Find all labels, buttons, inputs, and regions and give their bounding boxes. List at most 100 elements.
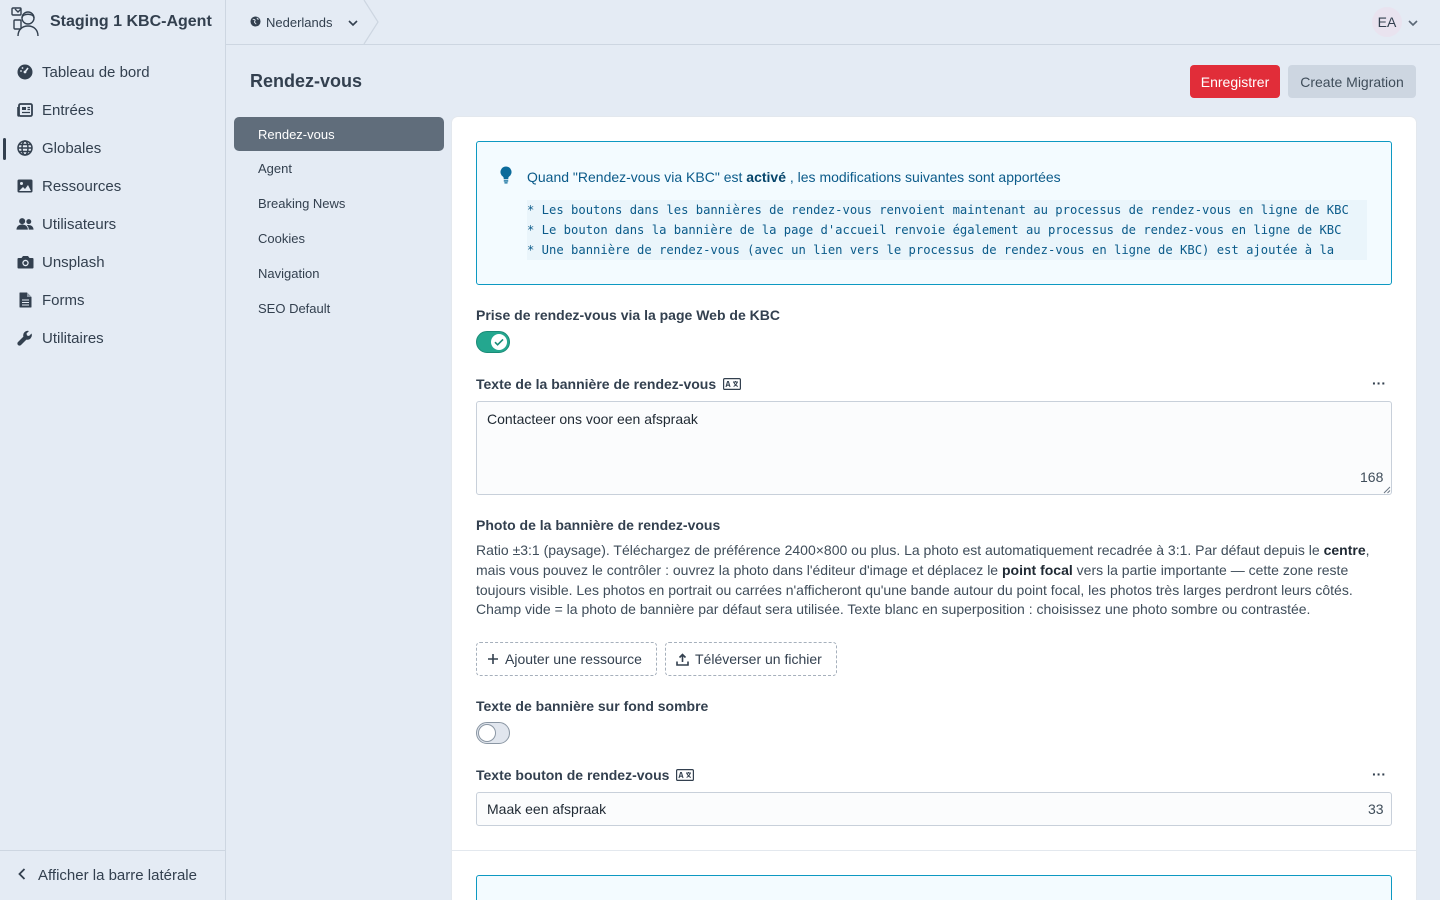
tip-code-line: * Une bannière de rendez-vous (avec un l… [527, 243, 1335, 257]
nav-item-globals[interactable]: Globales [0, 129, 225, 167]
tip-intro-text: , les modifications suivantes sont appor… [785, 169, 1061, 185]
nav-item-users[interactable]: Utilisateurs [0, 205, 225, 243]
page-title: Rendez-vous [250, 71, 363, 91]
nav-item-assets[interactable]: Ressources [0, 167, 225, 205]
wrench-icon [16, 329, 34, 347]
field-label-button-text: Texte bouton de rendez-vous [476, 767, 695, 783]
section-divider [452, 850, 1416, 851]
banner-text-textarea[interactable]: Contacteer ons voor een afspraak [476, 401, 1392, 495]
toggle-knob [479, 725, 495, 741]
tip-intro-bold: activé [746, 169, 786, 185]
button-label: Téléverser un fichier [695, 651, 822, 667]
tip-code-line: * Les boutons dans les bannières de rend… [527, 203, 1349, 217]
plus-icon [488, 654, 498, 664]
chevron-down-icon [1408, 14, 1418, 30]
field-label-text: Texte de la bannière de rendez-vous [476, 376, 717, 392]
nav-item-utilities[interactable]: Utilitaires [0, 319, 225, 357]
button-label: Ajouter une ressource [505, 651, 642, 667]
nav-item-label: Globales [42, 139, 102, 157]
content-panel: Quand "Rendez-vous via KBC" est activé ,… [452, 117, 1416, 900]
tip-code-line: * Le bouton dans la bannière de la page … [527, 223, 1342, 237]
globals-subnav: Rendez-vous Agent Breaking News Cookies … [234, 117, 444, 326]
toggle-sidebar-label: Afficher la barre latérale [38, 867, 197, 884]
camera-icon [16, 253, 34, 271]
nav-item-dashboard[interactable]: Tableau de bord [0, 53, 225, 91]
upload-icon [676, 652, 689, 666]
main-nav: Tableau de bord Entrées Globales Ressour… [0, 53, 225, 357]
button-text-input[interactable]: Maak een afspraak [476, 792, 1392, 826]
button-text-value: Maak een afspraak [487, 801, 607, 817]
subnav-item-cookies[interactable]: Cookies [234, 221, 444, 256]
site-name: Staging 1 KBC-Agent [50, 13, 212, 30]
kbc-booking-toggle[interactable] [476, 331, 510, 353]
instructions-bold: point focal [1001, 561, 1073, 578]
globe-icon [16, 139, 34, 157]
subnav-item-agent[interactable]: Agent [234, 151, 444, 186]
toggle-knob [491, 334, 507, 350]
resize-handle-icon[interactable] [1383, 486, 1391, 494]
avatar: EA [1372, 7, 1402, 37]
dark-banner-toggle[interactable] [476, 722, 510, 744]
site-logo-icon [10, 6, 40, 38]
users-icon [16, 215, 34, 233]
nav-item-unsplash[interactable]: Unsplash [0, 243, 225, 281]
char-counter: 33 [1368, 801, 1384, 817]
brand[interactable]: Staging 1 KBC-Agent [0, 0, 225, 44]
nav-item-label: Tableau de bord [42, 63, 150, 81]
nav-item-label: Ressources [42, 177, 122, 195]
nav-item-label: Unsplash [42, 253, 105, 271]
instructions-text: Ratio ±3:1 (paysage). Téléchargez de pré… [476, 542, 1324, 558]
tip-intro: Quand "Rendez-vous via KBC" est activé ,… [527, 169, 1061, 185]
nav-item-label: Entrées [42, 101, 94, 119]
field-actions-menu[interactable]: ··· [1372, 766, 1386, 782]
translatable-icon [723, 378, 742, 390]
field-actions-menu[interactable]: ··· [1372, 375, 1386, 391]
document-icon [16, 291, 34, 309]
field-label-dark-banner: Texte de bannière sur fond sombre [476, 698, 708, 714]
chevron-down-icon [347, 15, 358, 30]
user-menu[interactable]: EA [1372, 7, 1418, 37]
field-label-text: Texte de bannière sur fond sombre [476, 698, 709, 714]
nav-item-entries[interactable]: Entrées [0, 91, 225, 129]
breadcrumb-separator [363, 0, 379, 44]
globe-small-icon [250, 15, 261, 30]
create-migration-button[interactable]: Create Migration [1288, 65, 1416, 98]
translatable-icon [676, 769, 695, 781]
subnav-item-navigation[interactable]: Navigation [234, 256, 444, 291]
sidebar: Staging 1 KBC-Agent Tableau de bord Entr… [0, 0, 226, 900]
toggle-sidebar-button[interactable]: Afficher la barre latérale [0, 850, 225, 900]
subnav-item-breaking-news[interactable]: Breaking News [234, 186, 444, 221]
field-label-kbc-booking: Prise de rendez-vous via la page Web de … [476, 307, 780, 323]
subnav-item-rendez-vous[interactable]: Rendez-vous [234, 117, 444, 151]
field-label-text: Texte bouton de rendez-vous [476, 767, 670, 783]
dashboard-gauge-icon [16, 63, 34, 81]
lightbulb-icon [500, 166, 512, 187]
banner-photo-instructions: Ratio ±3:1 (paysage). Téléchargez de pré… [476, 541, 1392, 620]
field-label-text: Prise de rendez-vous via la page Web de … [476, 307, 780, 323]
nav-item-label: Forms [42, 291, 85, 309]
field-label-banner-photo: Photo de la bannière de rendez-vous [476, 517, 720, 533]
upload-file-button[interactable]: Téléverser un fichier [665, 642, 837, 676]
nav-item-label: Utilisateurs [42, 215, 117, 233]
site-select-label: Nederlands [266, 14, 333, 30]
add-resource-button[interactable]: Ajouter une ressource [476, 642, 657, 676]
image-icon [16, 177, 34, 195]
field-label-text: Photo de la bannière de rendez-vous [476, 517, 721, 533]
check-icon [494, 338, 504, 346]
tip-code-block: * Les boutons dans les bannières de rend… [527, 200, 1367, 260]
tip-box: Quand "Rendez-vous via KBC" est activé ,… [476, 141, 1392, 285]
instructions-bold: centre [1323, 542, 1366, 558]
field-label-banner-text: Texte de la bannière de rendez-vous [476, 376, 742, 392]
tip-box-2 [476, 875, 1392, 900]
char-counter: 168 [1360, 469, 1384, 485]
topbar: Nederlands EA [226, 0, 1440, 45]
newspaper-icon [16, 101, 34, 119]
chevron-left-icon [18, 867, 26, 884]
banner-text-value: Contacteer ons voor een afspraak [487, 411, 698, 427]
tip-intro-text: Quand "Rendez-vous via KBC" est [527, 169, 747, 185]
nav-item-label: Utilitaires [42, 329, 104, 347]
subnav-item-seo-default[interactable]: SEO Default [234, 291, 444, 326]
nav-item-forms[interactable]: Forms [0, 281, 225, 319]
site-select[interactable]: Nederlands [226, 0, 381, 44]
save-button[interactable]: Enregistrer [1190, 65, 1280, 98]
